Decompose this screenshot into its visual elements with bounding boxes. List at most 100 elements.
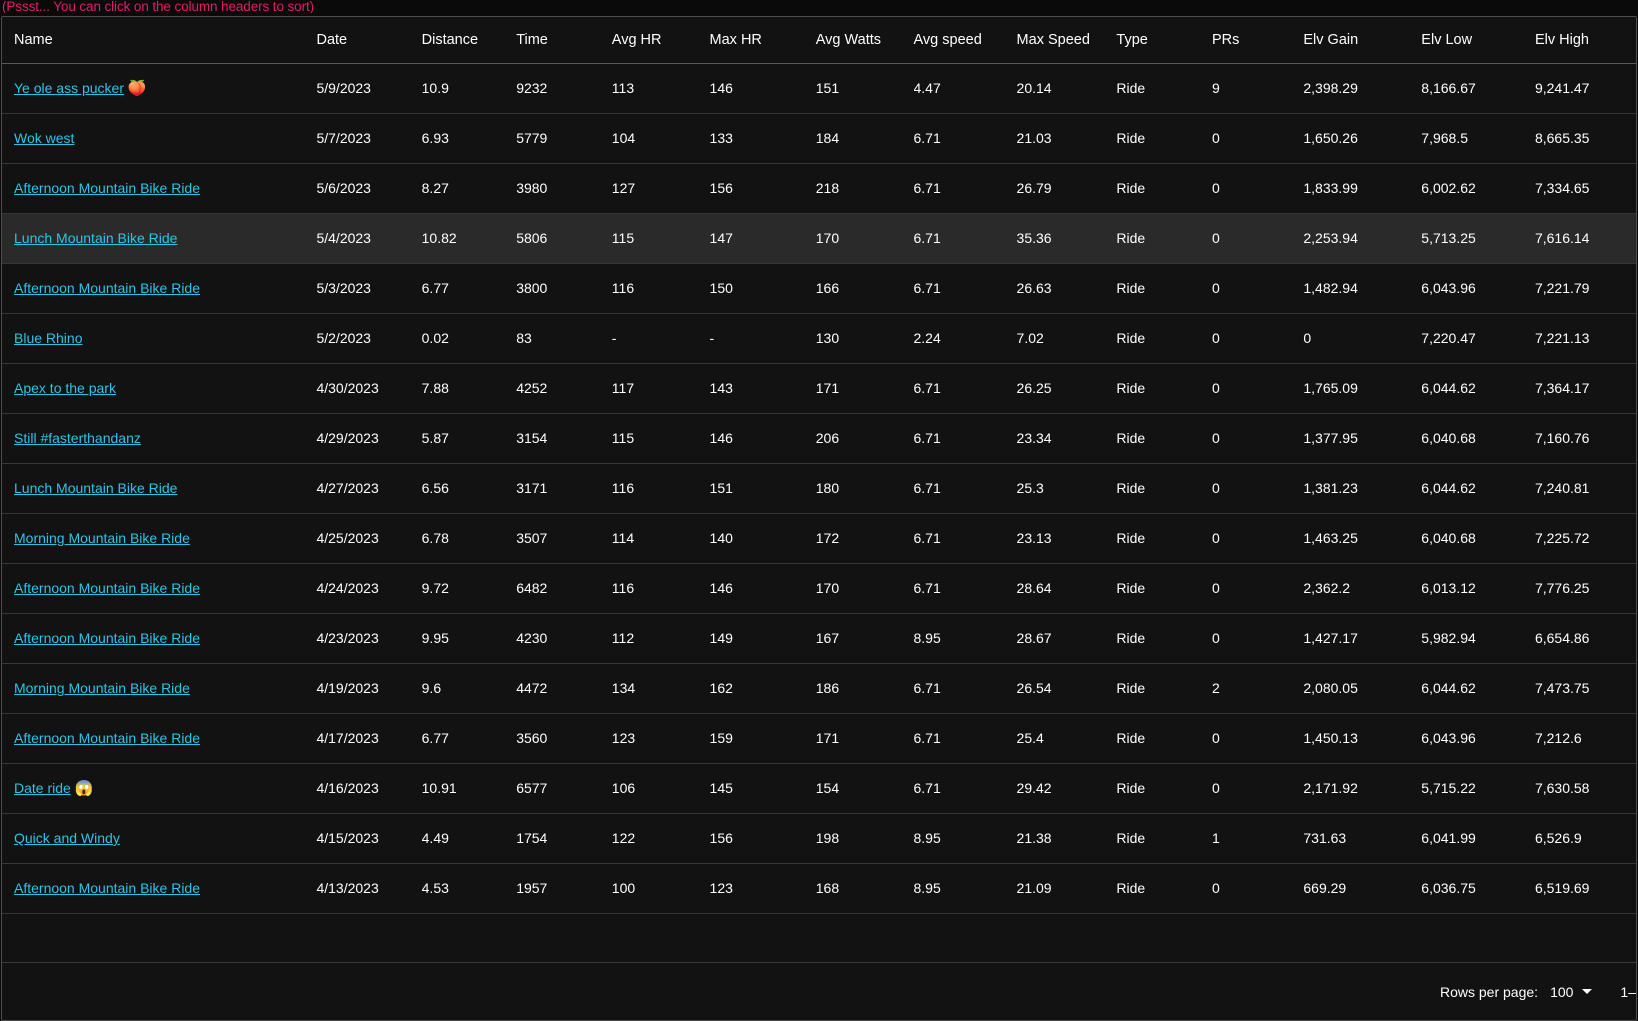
activity-name-link[interactable]: Apex to the park [14,380,116,396]
cell-type: Ride [1116,113,1213,164]
cell-aspeed: 6.71 [913,363,1017,414]
column-header-watts[interactable]: Avg Watts [815,17,914,64]
table-row[interactable]: Blue Rhino 5/2/2023 0.02 83- -130 2.24 7.02 Rid… [2,313,1636,364]
cell-dist: 6.93 [421,113,517,164]
table-row[interactable]: Lunch Mountain Bike Ride 5/4/2023 10.82 580… [2,213,1636,264]
activity-name-link[interactable]: Morning Mountain Bike Ride [14,680,190,696]
cell-name: Lunch Mountain Bike Ride [2,213,317,264]
column-header-ehigh[interactable]: Elv High [1534,17,1636,64]
cell-elow: 5,715.22 [1421,763,1535,814]
cell-mhr: 147 [709,213,816,264]
cell-dist: 10.9 [421,63,517,114]
cell-egain: 1,450.13 [1303,713,1422,764]
cell-type: Ride [1116,163,1213,214]
cell-name: Lunch Mountain Bike Ride [2,463,317,514]
cell-time: 6482 [516,563,612,614]
column-header-dist[interactable]: Distance [421,17,517,64]
table-row[interactable]: Lunch Mountain Bike Ride 4/27/2023 6.56 317… [2,463,1636,514]
table-row[interactable]: Afternoon Mountain Bike Ride 5/6/2023 8.27… [2,163,1636,214]
activity-name-link[interactable]: Lunch Mountain Bike Ride [14,480,177,496]
column-header-mspeed[interactable]: Max Speed [1016,17,1117,64]
cell-ahr: 122 [611,813,710,864]
activity-name-link[interactable]: Date ride [14,780,71,796]
activity-name-link[interactable]: Morning Mountain Bike Ride [14,530,190,546]
activity-name-link[interactable]: Afternoon Mountain Bike Ride [14,580,200,596]
table-row[interactable]: Apex to the park 4/30/2023 7.88 4252 117 143 1… [2,363,1636,414]
table-row[interactable]: Wok west 5/7/2023 6.93 5779 104 133 184 6.71 21.… [2,113,1636,164]
cell-watts: 154 [815,763,914,814]
cell-date: 5/7/2023 [316,113,422,164]
pagination-range-label: 1– [1620,983,1636,1000]
table-row[interactable]: Date ride 😱 4/16/2023 10.91 6577 106 145 154 6.… [2,763,1636,814]
cell-ehigh: 7,221.13 [1534,313,1636,364]
table-row[interactable]: Afternoon Mountain Bike Ride 4/17/2023 6.7… [2,713,1636,764]
column-header-name[interactable]: Name [2,17,317,64]
cell-mhr: 159 [709,713,816,764]
activity-name-link[interactable]: Still #fasterthandanz [14,430,141,446]
cell-egain: 1,427.17 [1303,613,1422,664]
column-header-time[interactable]: Time [516,17,612,64]
cell-ehigh: 7,334.65 [1534,163,1636,214]
activity-name-link[interactable]: Afternoon Mountain Bike Ride [14,630,200,646]
chevron-down-icon [1582,989,1593,994]
cell-name: Afternoon Mountain Bike Ride [2,613,317,664]
cell-type: Ride [1116,213,1213,264]
cell-elow: 5,713.25 [1421,213,1535,264]
cell-dist: 10.82 [421,213,517,264]
column-header-aspeed[interactable]: Avg speed [913,17,1017,64]
cell-date: 5/4/2023 [316,213,422,264]
cell-ahr: 116 [611,263,710,314]
cell-time: 4472 [516,663,612,714]
activity-name-link[interactable]: Afternoon Mountain Bike Ride [14,280,200,296]
cell-type: Ride [1116,763,1213,814]
activity-name-link[interactable]: Blue Rhino [14,330,83,346]
cell-name: Date ride 😱 [2,763,317,814]
table-scroll-area[interactable]: Name Date Distance Time Avg HR Max HR Avg Watt… [2,17,1636,962]
activity-name-link[interactable]: Afternoon Mountain Bike Ride [14,180,200,196]
cell-elow: 6,043.96 [1421,713,1535,764]
cell-prs: 0 [1212,363,1304,414]
table-row[interactable]: Ye ole ass pucker 🍑 5/9/2023 10.9 9232 113 14… [2,63,1636,114]
cell-name: Morning Mountain Bike Ride [2,663,317,714]
cell-time: 6577 [516,763,612,814]
cell-prs: 0 [1212,263,1304,314]
cell-dist: 0.02 [421,313,517,364]
activity-name-link[interactable]: Lunch Mountain Bike Ride [14,230,177,246]
cell-elow: 6,043.96 [1421,263,1535,314]
cell-watts: 218 [815,163,914,214]
cell-aspeed: 6.71 [913,113,1017,164]
cell-egain: 1,463.25 [1303,513,1422,564]
cell-mhr: 156 [709,813,816,864]
column-header-type[interactable]: Type [1116,17,1213,64]
activity-name-link[interactable]: Ye ole ass pucker [14,80,124,96]
column-header-egain[interactable]: Elv Gain [1303,17,1422,64]
column-header-mhr[interactable]: Max HR [709,17,816,64]
table-row[interactable]: Still #fasterthandanz 4/29/2023 5.87 3154 11… [2,413,1636,464]
table-row[interactable]: Morning Mountain Bike Ride 4/25/2023 6.78 3… [2,513,1636,564]
activity-name-link[interactable]: Wok west [14,130,74,146]
table-row[interactable]: Afternoon Mountain Bike Ride 4/23/2023 9.9… [2,613,1636,664]
cell-date: 4/15/2023 [316,813,422,864]
table-row[interactable]: Afternoon Mountain Bike Ride 4/24/2023 9.7… [2,563,1636,614]
cell-date: 5/2/2023 [316,313,422,364]
table-row[interactable]: Morning Mountain Bike Ride 4/19/2023 9.6 44… [2,663,1636,714]
cell-mspeed: 25.4 [1016,713,1117,764]
sort-hint-text: (Pssst... You can click on the column he… [2,0,315,13]
activity-name-link[interactable]: Afternoon Mountain Bike Ride [14,880,200,896]
activity-name-link[interactable]: Afternoon Mountain Bike Ride [14,730,200,746]
column-header-prs[interactable]: PRs [1212,17,1304,64]
rows-per-page-select[interactable]: 100 [1550,984,1593,1000]
cell-elow: 6,044.62 [1421,363,1535,414]
activity-emoji-icon: 🍑 [127,80,147,97]
table-row[interactable]: Afternoon Mountain Bike Ride 4/13/2023 4.5… [2,863,1636,914]
column-header-elow[interactable]: Elv Low [1421,17,1535,64]
cell-egain: 2,080.05 [1303,663,1422,714]
table-row[interactable]: Quick and Windy 4/15/2023 4.49 1754 122 156 19… [2,813,1636,864]
cell-elow: 5,982.94 [1421,613,1535,664]
table-row[interactable]: Afternoon Mountain Bike Ride 5/3/2023 6.77… [2,263,1636,314]
column-header-ahr[interactable]: Avg HR [611,17,710,64]
activity-name-link[interactable]: Quick and Windy [14,830,120,846]
cell-ahr: 123 [611,713,710,764]
column-header-date[interactable]: Date [316,17,422,64]
cell-mhr: 146 [709,563,816,614]
